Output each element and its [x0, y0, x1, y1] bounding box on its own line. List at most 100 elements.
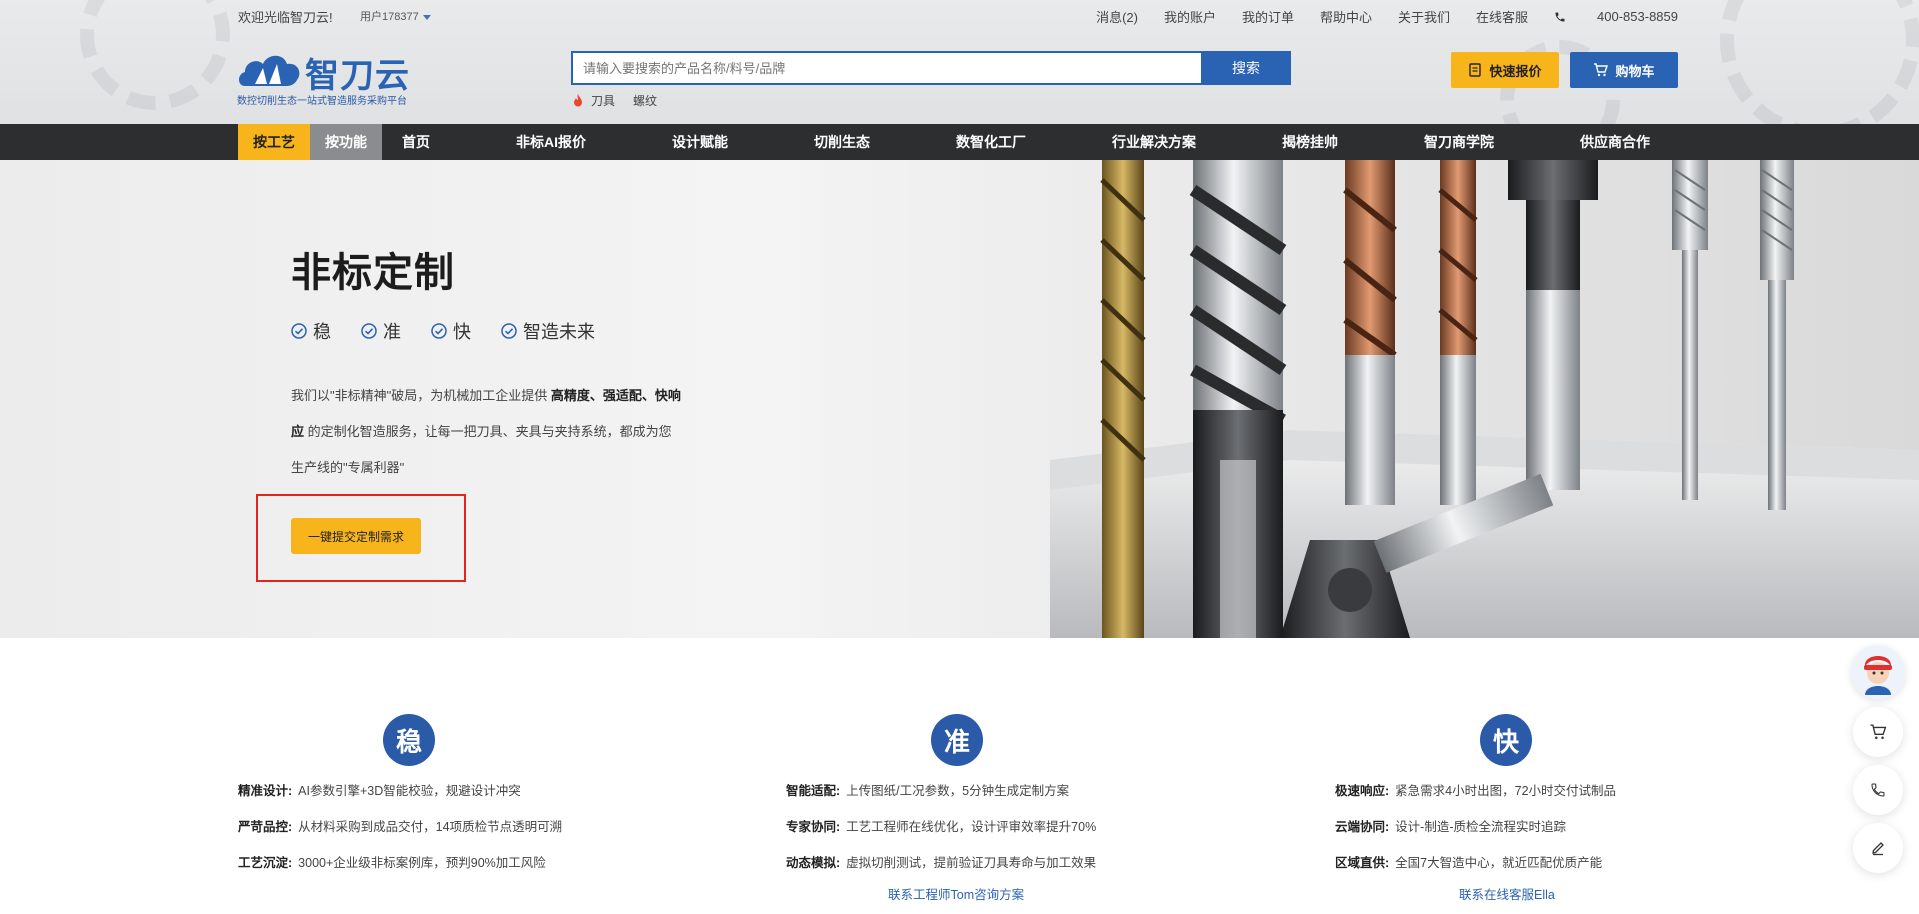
feature-label: 精准设计: [238, 784, 293, 798]
hero-tag: 快 [431, 318, 471, 344]
submit-custom-request-button[interactable]: 一键提交定制需求 [291, 518, 421, 554]
hotline[interactable]: 400-853-8859 [1554, 7, 1678, 26]
feature-row: 专家协同: 工艺工程师在线优化，设计评审效率提升70% [786, 816, 1096, 835]
phone-icon [1555, 12, 1565, 21]
feature-text: 设计-制造-质检全流程实时追踪 [1395, 820, 1566, 834]
nav-item-design[interactable]: 设计赋能 [652, 124, 748, 160]
feature-text: 上传图纸/工况参数，5分钟生成定制方案 [846, 784, 1070, 798]
feature-row: 智能适配: 上传图纸/工况参数，5分钟生成定制方案 [786, 780, 1069, 799]
search-bar: 搜索 [571, 51, 1291, 85]
feature-row: 工艺沉淀: 3000+企业级非标案例库，预判90%加工风险 [238, 852, 546, 871]
features-section: 稳 精准设计: AI参数引擎+3D智能校验，规避设计冲突 严苛品控: 从材料采购到成… [0, 638, 1919, 914]
cart-label: 购物车 [1615, 63, 1655, 79]
feature-badge: 快 [1480, 714, 1532, 766]
phone-circle-icon [1871, 783, 1885, 797]
nav-item-home[interactable]: 首页 [382, 124, 450, 160]
feature-row: 极速响应: 紧急需求4小时出图，72小时交付试制品 [1335, 780, 1616, 799]
check-badge-icon [291, 323, 307, 339]
nav-item-academy[interactable]: 智刀商学院 [1404, 124, 1514, 160]
hero-tags: 稳 准 快 智造未来 [291, 318, 625, 344]
feature-text: 从材料采购到成品交付，14项质检节点透明可溯 [298, 820, 563, 834]
cart-icon [1870, 724, 1887, 739]
nav-by-function[interactable]: 按功能 [310, 124, 382, 160]
feature-badge: 准 [931, 714, 983, 766]
feature-label: 严苛品控: [238, 820, 293, 834]
contact-engineer-link[interactable]: 联系工程师Tom咨询方案 [888, 884, 1024, 903]
feature-label: 极速响应: [1335, 784, 1390, 798]
nav-by-process[interactable]: 按工艺 [238, 124, 310, 160]
search-input[interactable] [571, 51, 1201, 85]
feature-row: 区域直供: 全国7大智造中心，就近匹配优质产能 [1335, 852, 1602, 871]
hotline-number: 400-853-8859 [1597, 9, 1678, 24]
nav-item-supplier[interactable]: 供应商合作 [1560, 124, 1670, 160]
feature-text: 工艺工程师在线优化，设计评审效率提升70% [846, 820, 1097, 834]
feature-label: 智能适配: [786, 784, 841, 798]
quick-quote-button[interactable]: 快速报价 [1451, 52, 1559, 88]
top-link-about[interactable]: 关于我们 [1398, 7, 1450, 26]
cart-icon [1594, 63, 1609, 77]
quick-quote-label: 快速报价 [1489, 63, 1542, 79]
search-button[interactable]: 搜索 [1201, 51, 1291, 85]
side-feedback-button[interactable] [1853, 823, 1903, 873]
hero-banner: 非标定制 稳 准 快 智造未来 我们以"非标精神"破局，为机械加工企业提供 高精… [0, 160, 1919, 638]
main-nav: 按工艺 按功能 首页 非标AI报价 设计赋能 切削生态 数智化工厂 行业解决方案… [0, 124, 1919, 160]
site-logo[interactable]: 智刀云 数控切削生态一站式智造服务采购平台 [237, 48, 417, 107]
feature-badge: 稳 [383, 714, 435, 766]
brand-name: 智刀云 [305, 56, 410, 96]
flame-icon [574, 94, 582, 107]
hero-tag: 稳 [291, 318, 331, 344]
feature-label: 区域直供: [1335, 856, 1390, 870]
edit-icon [1872, 842, 1884, 856]
hero-tag: 准 [361, 318, 401, 344]
hero-tag-label: 准 [383, 322, 401, 342]
feature-row: 云端协同: 设计-制造-质检全流程实时追踪 [1335, 816, 1566, 835]
hero-tag: 智造未来 [501, 318, 595, 344]
hero-desc-part: 的定制化智造服务，让每一把刀具、夹具与夹持系统，都成为您生产线的"专属利器" [291, 424, 672, 475]
feature-label: 动态模拟: [786, 856, 841, 870]
hot-keyword[interactable]: 刀具 [591, 92, 615, 109]
feature-text: 虚拟切削测试，提前验证刀具寿命与加工效果 [846, 856, 1097, 870]
feature-row: 严苛品控: 从材料采购到成品交付，14项质检节点透明可溯 [238, 816, 562, 835]
nav-item-factory[interactable]: 数智化工厂 [936, 124, 1046, 160]
site-header: 欢迎光临智刀云! 用户178377 消息(2) 我的账户 我的订单 帮助中心 关… [0, 0, 1919, 124]
nav-items: 首页 非标AI报价 设计赋能 切削生态 数智化工厂 行业解决方案 揭榜挂帅 智刀… [382, 124, 1678, 160]
contact-service-link[interactable]: 联系在线客服Ella [1459, 884, 1555, 903]
feature-text: 全国7大智造中心，就近匹配优质产能 [1395, 856, 1603, 870]
user-menu[interactable]: 用户178377 [360, 8, 431, 24]
chevron-down-icon [422, 14, 431, 20]
side-cart-button[interactable] [1853, 707, 1903, 757]
top-link-orders[interactable]: 我的订单 [1242, 7, 1294, 26]
hero-tag-label: 快 [453, 322, 471, 342]
brand-slogan: 数控切削生态一站式智造服务采购平台 [237, 96, 407, 107]
feature-text: AI参数引擎+3D智能校验，规避设计冲突 [298, 784, 521, 798]
feature-label: 专家协同: [786, 820, 841, 834]
top-link-help[interactable]: 帮助中心 [1320, 7, 1372, 26]
feature-text: 紧急需求4小时出图，72小时交付试制品 [1395, 784, 1617, 798]
nav-item-challenge[interactable]: 揭榜挂帅 [1262, 124, 1358, 160]
check-badge-icon [501, 323, 517, 339]
top-link-service[interactable]: 在线客服 [1476, 7, 1528, 26]
nav-item-cutting[interactable]: 切削生态 [794, 124, 890, 160]
feature-row: 动态模拟: 虚拟切削测试，提前验证刀具寿命与加工效果 [786, 852, 1096, 871]
top-links: 消息(2) 我的账户 我的订单 帮助中心 关于我们 在线客服 400-853-8… [1070, 7, 1678, 26]
headset-avatar [1851, 645, 1905, 699]
hero-title: 非标定制 [291, 251, 455, 295]
hero-description: 我们以"非标精神"破局，为机械加工企业提供 高精度、强适配、快响应 的定制化智造… [291, 378, 681, 486]
quote-icon [1469, 63, 1482, 77]
nav-item-ai-quote[interactable]: 非标AI报价 [496, 124, 606, 160]
customer-service-avatar[interactable] [1851, 645, 1905, 699]
hero-tag-label: 智造未来 [523, 322, 595, 342]
cutting-tools-image [1050, 160, 1919, 638]
feature-label: 云端协同: [1335, 820, 1390, 834]
welcome-text: 欢迎光临智刀云! [238, 10, 333, 25]
top-bar: 欢迎光临智刀云! 用户178377 消息(2) 我的账户 我的订单 帮助中心 关… [238, 0, 1678, 28]
top-link-account[interactable]: 我的账户 [1164, 7, 1216, 26]
decor-gear [80, 0, 230, 110]
top-link-messages[interactable]: 消息(2) [1096, 7, 1138, 26]
logo-cloud-icon [239, 55, 300, 86]
hot-keyword[interactable]: 螺纹 [633, 92, 657, 109]
side-phone-button[interactable] [1853, 765, 1903, 815]
cart-button[interactable]: 购物车 [1570, 52, 1678, 88]
nav-item-solutions[interactable]: 行业解决方案 [1092, 124, 1216, 160]
hot-keywords: 刀具 螺纹 [573, 92, 675, 109]
